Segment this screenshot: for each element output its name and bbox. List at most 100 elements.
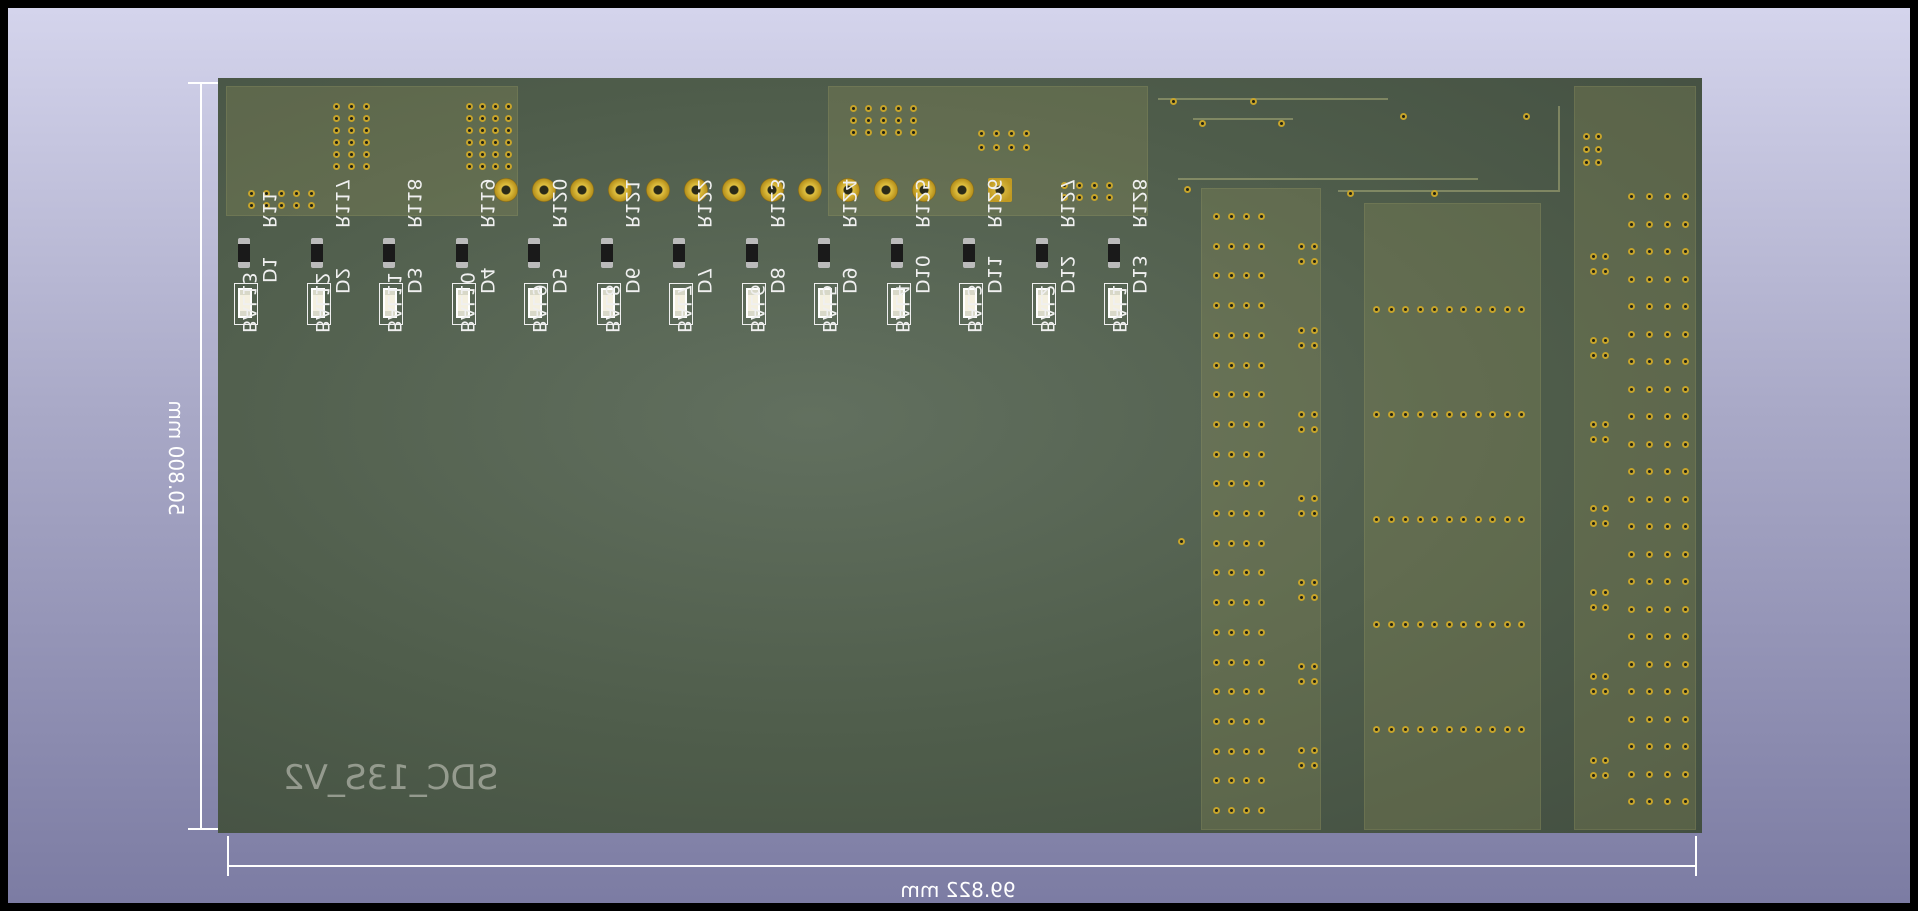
via [1311, 258, 1318, 265]
via [1373, 306, 1380, 313]
via [1402, 306, 1409, 313]
3d-viewer-canvas[interactable]: R11 D1 BAL13 R117 D2 BAL12 R118 D3 BAL11 R119 D4 BA… [8, 8, 1910, 903]
led-reference-label: D12 [1055, 255, 1078, 294]
via [895, 129, 902, 136]
via [1682, 248, 1689, 255]
via [348, 127, 355, 134]
via [1008, 130, 1015, 137]
header-pin[interactable] [950, 178, 974, 202]
via [1523, 113, 1530, 120]
via [1402, 726, 1409, 733]
header-pin[interactable] [798, 178, 822, 202]
via [1460, 306, 1467, 313]
via [1646, 798, 1653, 805]
via [1489, 621, 1496, 628]
via [1298, 594, 1305, 601]
via [1213, 539, 1220, 547]
resistor-reference-label: R127 [1055, 178, 1078, 228]
resistor-footprint [1108, 238, 1120, 268]
via [1628, 468, 1635, 475]
via [363, 103, 370, 110]
via [1590, 688, 1597, 695]
via [1298, 327, 1305, 334]
via [1106, 182, 1113, 189]
via [466, 127, 473, 134]
balance-channel-label: BAL4 [890, 284, 913, 333]
via [1590, 520, 1597, 527]
resistor-footprint [673, 238, 685, 268]
via [978, 144, 985, 151]
via [479, 151, 486, 158]
via [1664, 303, 1671, 310]
via [1518, 726, 1525, 733]
via [1298, 762, 1305, 769]
resistor-footprint [745, 238, 758, 268]
via [1445, 411, 1453, 418]
resistor-reference-label: R120 [548, 178, 570, 228]
via [1387, 621, 1395, 628]
via [1595, 133, 1602, 140]
via [1416, 306, 1424, 313]
via [1682, 688, 1689, 695]
via [505, 127, 512, 134]
via [1474, 516, 1482, 523]
via [1431, 411, 1438, 418]
via [1646, 303, 1653, 310]
via [308, 202, 315, 209]
via [363, 139, 370, 146]
via [1682, 798, 1689, 805]
via [1602, 589, 1609, 596]
via [1298, 495, 1305, 502]
via [1474, 621, 1482, 628]
via [1228, 420, 1235, 428]
via [1402, 621, 1409, 628]
resistor-reference-label: R126 [983, 178, 1005, 228]
via [1602, 505, 1609, 512]
via [1402, 411, 1409, 418]
via [333, 163, 340, 170]
via [1682, 715, 1689, 723]
via [505, 163, 512, 170]
via [910, 117, 917, 124]
via [880, 129, 887, 136]
via [1298, 342, 1305, 349]
via [466, 151, 473, 158]
via [1583, 159, 1590, 166]
via [1628, 413, 1635, 420]
via [1258, 628, 1265, 636]
via [1628, 605, 1635, 613]
via [1298, 426, 1305, 433]
header-pin[interactable] [874, 178, 898, 202]
via [1664, 248, 1671, 255]
via [1431, 516, 1438, 523]
header-pin[interactable] [722, 178, 746, 202]
header-pin[interactable] [570, 178, 594, 202]
via [1590, 589, 1597, 596]
resistor-footprint [455, 238, 468, 268]
via [1664, 523, 1671, 530]
via [1646, 468, 1653, 475]
via [1460, 726, 1467, 733]
via [1664, 468, 1671, 475]
via [1243, 628, 1250, 636]
via [1445, 306, 1453, 313]
header-pin[interactable] [646, 178, 670, 202]
via [1628, 220, 1635, 228]
via [1646, 275, 1653, 283]
via [1298, 243, 1305, 250]
via [1602, 604, 1609, 611]
via [1646, 660, 1653, 668]
pcb-board[interactable]: R11 D1 BAL13 R117 D2 BAL12 R118 D3 BAL11 R119 D4 BA… [218, 78, 1702, 833]
via [1682, 605, 1689, 613]
via [1646, 550, 1653, 558]
balance-channel-label: BAL8 [600, 284, 623, 333]
led-reference-label: D8 [765, 267, 788, 294]
via [1590, 421, 1597, 428]
via [1628, 358, 1635, 365]
via [1590, 253, 1597, 260]
via [1373, 411, 1380, 418]
via [1213, 510, 1220, 517]
via [1311, 411, 1318, 418]
via [1091, 194, 1098, 201]
via [1628, 770, 1635, 778]
